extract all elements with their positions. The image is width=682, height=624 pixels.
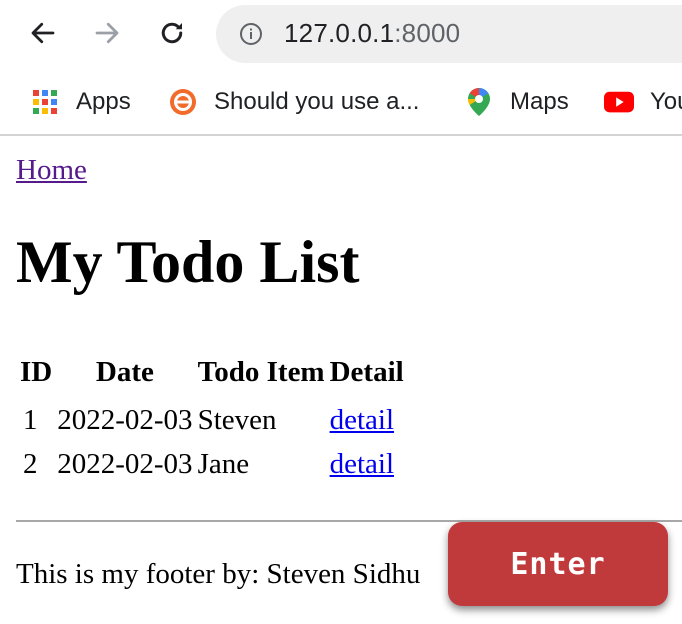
apps-grid-icon — [30, 87, 60, 117]
bookmark-should-you-use[interactable]: Should you use a... — [168, 86, 419, 118]
table-header-row: ID Date Todo Item Detail — [19, 355, 405, 397]
url-host: 127.0.0.1 — [284, 18, 395, 48]
url-port: :8000 — [394, 18, 461, 48]
cell-detail: detail — [329, 444, 405, 485]
detail-link[interactable]: detail — [330, 404, 394, 436]
bookmark-apps[interactable]: Apps — [30, 86, 131, 118]
browser-toolbar: 127.0.0.1:8000 — [0, 0, 682, 68]
todo-table: ID Date Todo Item Detail 1 2022-02-03 St… — [16, 352, 408, 488]
page-content: Home My Todo List ID Date Todo Item Deta… — [0, 136, 682, 624]
cell-todo-item: Steven — [197, 404, 277, 436]
cell-detail: detail — [329, 400, 405, 441]
arrow-right-icon — [95, 22, 119, 44]
bookmarks-bar: Apps Should you use a... Maps Yo — [0, 68, 682, 136]
bookmark-label: Maps — [510, 88, 569, 115]
bookmark-label: Should you use a... — [214, 88, 420, 115]
cell-id: 2 — [23, 448, 38, 480]
column-header-detail: Detail — [329, 356, 404, 388]
address-url[interactable]: 127.0.0.1:8000 — [284, 18, 460, 49]
forward-button[interactable] — [90, 16, 124, 50]
info-icon[interactable] — [239, 22, 263, 46]
table-row: 2 2022-02-03 Jane detail — [19, 444, 405, 485]
cell-date: 2022-02-03 — [57, 404, 193, 436]
detail-link[interactable]: detail — [330, 448, 394, 480]
footer-text: This is my footer by: Steven Sidhu — [16, 558, 421, 590]
maps-pin-icon — [464, 87, 494, 117]
table-row: 1 2022-02-03 Steven detail — [19, 400, 405, 441]
bookmark-maps[interactable]: Maps — [464, 86, 569, 118]
bookmark-youtube[interactable]: You — [604, 86, 682, 118]
reload-button[interactable] — [155, 16, 189, 50]
arrow-left-icon — [31, 22, 55, 44]
reload-icon — [161, 22, 183, 44]
cell-todo-item: Jane — [197, 448, 250, 480]
target-icon — [168, 87, 198, 117]
bookmark-label: You — [650, 88, 682, 115]
column-header-date: Date — [95, 356, 154, 388]
enter-button[interactable]: Enter — [448, 522, 668, 606]
column-header-todo-item: Todo Item — [197, 356, 325, 388]
youtube-icon — [604, 87, 634, 117]
address-bar[interactable]: 127.0.0.1:8000 — [216, 5, 682, 63]
home-link[interactable]: Home — [16, 154, 87, 187]
page-title: My Todo List — [16, 229, 360, 295]
column-header-id: ID — [20, 356, 53, 388]
cell-date: 2022-02-03 — [57, 448, 193, 480]
back-button[interactable] — [26, 16, 60, 50]
cell-id: 1 — [23, 404, 38, 436]
bookmark-label: Apps — [76, 88, 131, 115]
